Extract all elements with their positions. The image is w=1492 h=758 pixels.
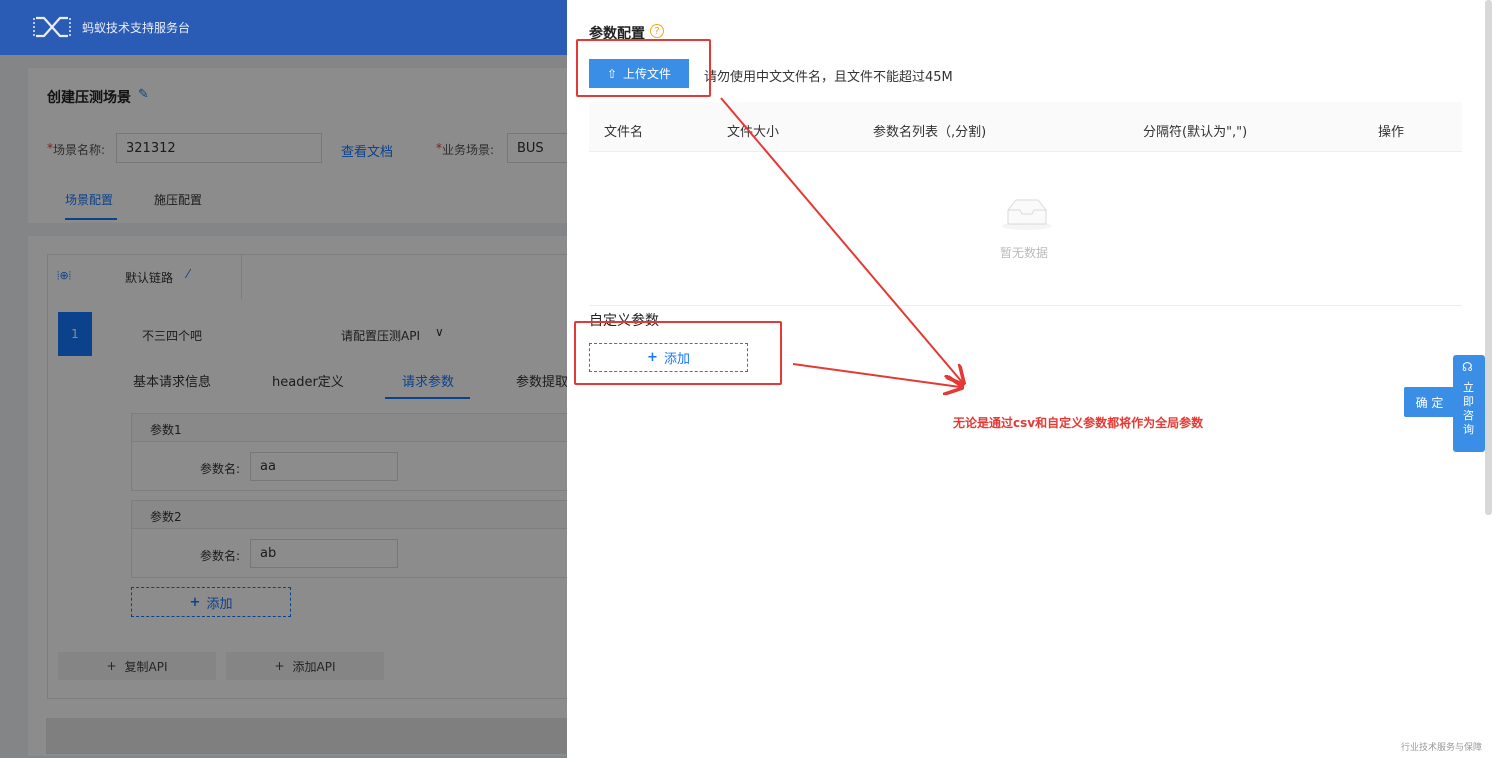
arrow-line	[792, 363, 960, 387]
arrow-line	[720, 97, 962, 382]
annotation-arrows	[720, 97, 1492, 758]
